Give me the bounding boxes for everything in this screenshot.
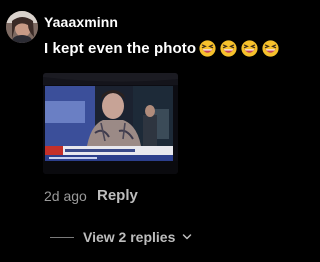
username[interactable]: Yaaaxminn [44, 14, 118, 30]
comment-text: I kept even the photo [44, 40, 197, 57]
photo-image [43, 73, 178, 174]
reply-button[interactable]: Reply [97, 187, 138, 204]
grinning-squinting-face-icon [241, 40, 258, 57]
grinning-squinting-face-icon [199, 40, 216, 57]
comment-timestamp: 2d ago [44, 188, 87, 204]
avatar[interactable] [6, 11, 38, 43]
grinning-squinting-face-icon [262, 40, 279, 57]
avatar-image [6, 11, 38, 43]
chevron-down-icon [183, 234, 192, 240]
grinning-squinting-face-icon [220, 40, 237, 57]
view-replies-button[interactable]: View 2 replies [50, 227, 192, 247]
replies-divider [50, 236, 74, 238]
attached-photo[interactable] [43, 73, 178, 174]
view-replies-label: View 2 replies [83, 229, 176, 245]
